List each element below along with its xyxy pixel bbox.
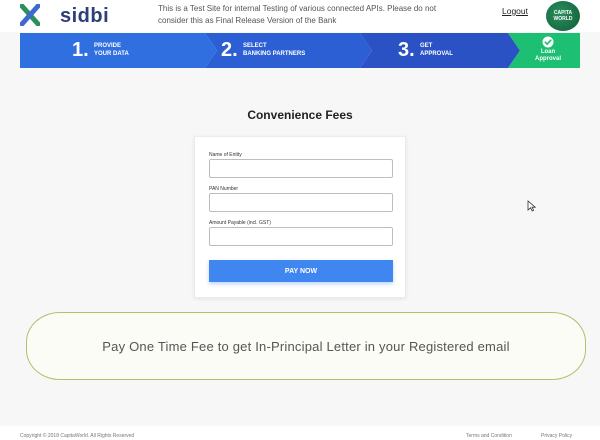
logout-link[interactable]: Logout (502, 6, 528, 16)
footer: Copyright © 2018 CapitaWorld. All Rights… (0, 426, 600, 440)
privacy-policy-link[interactable]: Privacy Policy (541, 433, 572, 439)
step-label: Loan Approval (534, 49, 561, 62)
progress-steps: 1. PROVIDE YOUR DATA 2. SELECT BANKING PAR… (20, 33, 580, 68)
pan-number-input[interactable] (209, 193, 393, 212)
copyright-text: Copyright © 2018 CapitaWorld. All Rights… (20, 433, 135, 439)
checkmark-icon (542, 36, 554, 48)
step-label: GET APPROVAL (420, 43, 453, 57)
info-banner: Pay One Time Fee to get In-Principal Let… (26, 312, 586, 380)
step-loan-approval: Loan Approval (520, 33, 580, 68)
amount-payable-label: Amount Payable (incl. GST) (209, 220, 271, 226)
sidbi-logo[interactable]: sidbi (20, 3, 109, 27)
step-number: 3. (398, 39, 415, 61)
step-get-approval: 3. GET APPROVAL (360, 33, 508, 68)
page-title: Convenience Fees (247, 108, 353, 122)
sidbi-x-mark-icon (20, 4, 40, 26)
test-site-notice: This is a Test Site for internal Testing… (158, 4, 437, 25)
entity-name-input[interactable] (209, 159, 393, 178)
top-header: sidbi This is a Test Site for internal T… (0, 0, 600, 32)
pan-number-label: PAN Number (209, 186, 239, 192)
terms-link[interactable]: Terms and Condition (466, 433, 512, 439)
step-number: 2. (221, 39, 238, 61)
logo-text: sidbi (60, 5, 110, 27)
step-select-banking-partners: 2. SELECT BANKING PARTNERS (205, 33, 360, 68)
entity-name-label: Name of Entity (209, 152, 242, 158)
mouse-cursor-icon (527, 200, 537, 212)
amount-payable-input[interactable] (209, 227, 393, 246)
capitaworld-logo: CAPITA WORLD (546, 1, 580, 31)
step-label: PROVIDE YOUR DATA (94, 43, 129, 57)
step-provide-data: 1. PROVIDE YOUR DATA (20, 33, 205, 68)
pay-now-button[interactable]: PAY NOW (209, 260, 393, 282)
step-label: SELECT BANKING PARTNERS (243, 43, 306, 57)
step-number: 1. (72, 39, 89, 61)
banner-text: Pay One Time Fee to get In-Principal Let… (102, 338, 510, 354)
convenience-fee-form: Name of Entity PAN Number Amount Payable… (194, 136, 406, 298)
